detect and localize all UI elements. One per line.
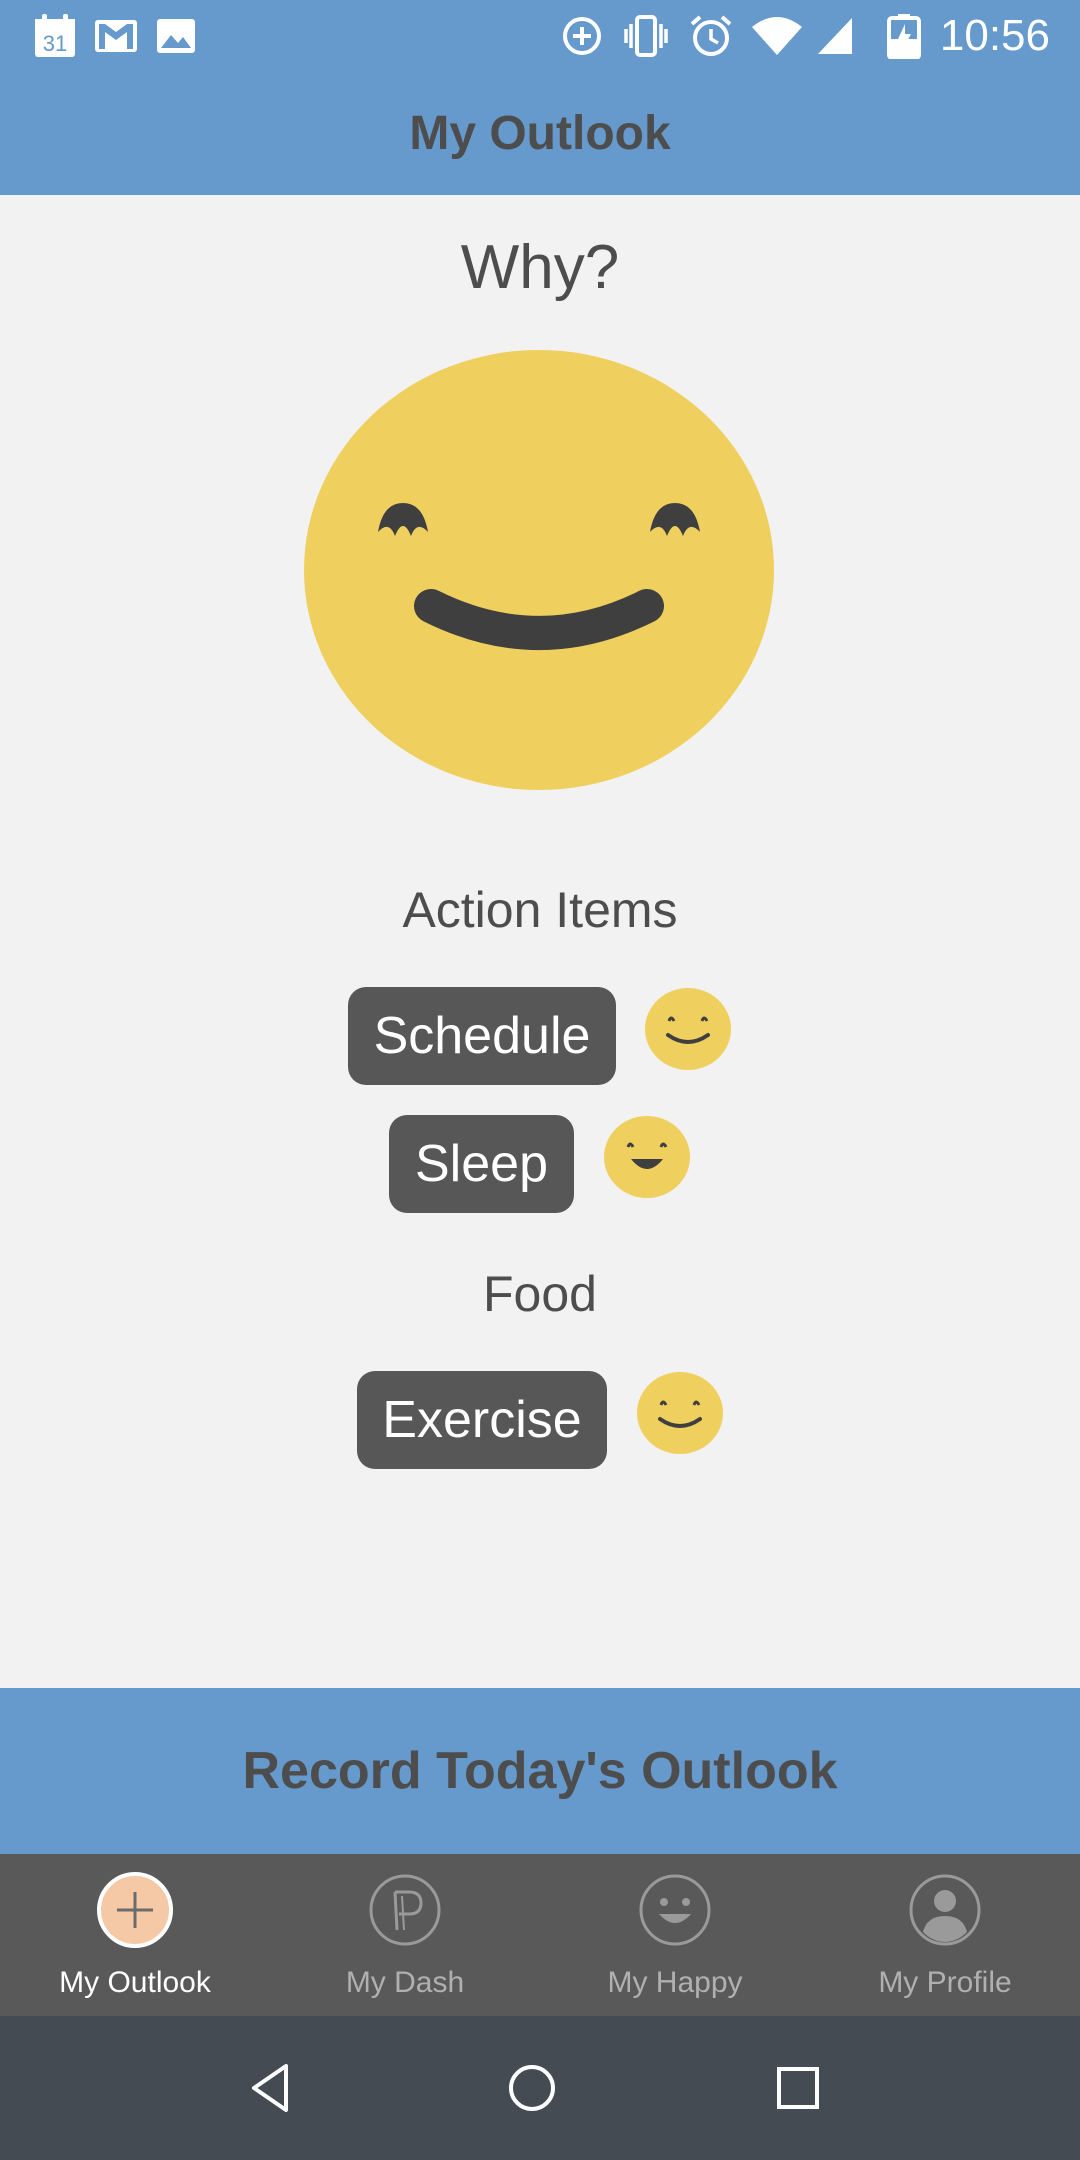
- screen: 31 10:56 My Outlook Why? Action Items Sc…: [0, 0, 1080, 2160]
- battery-charging-icon: [884, 10, 924, 62]
- tab-my-happy[interactable]: My Happy: [540, 1854, 810, 2016]
- smile-face-icon[interactable]: [644, 987, 732, 1071]
- food-heading: Food: [483, 1266, 597, 1322]
- action-items-heading: Action Items: [402, 882, 678, 938]
- action-item-row: Exercise: [0, 1371, 1080, 1471]
- calendar-day: 31: [43, 31, 67, 56]
- bottom-tab-bar: My Outlook My Dash My Happy My Profile: [0, 1854, 1080, 2016]
- plus-icon: [97, 1872, 173, 1948]
- app-header: My Outlook: [0, 72, 1080, 195]
- home-icon[interactable]: [500, 2056, 564, 2120]
- image-icon: [156, 10, 196, 62]
- dash-p-icon: [367, 1872, 443, 1948]
- smile-face-icon[interactable]: [636, 1371, 724, 1455]
- why-title: Why?: [460, 233, 620, 302]
- tab-label: My Profile: [878, 1966, 1012, 1999]
- data-saver-icon: [560, 10, 604, 62]
- wifi-icon: [750, 10, 804, 62]
- status-time: 10:56: [939, 11, 1050, 60]
- gmail-icon: [94, 10, 138, 62]
- signal-icon: [815, 10, 855, 62]
- happy-face-icon: [637, 1872, 713, 1948]
- page-title: My Outlook: [409, 107, 671, 160]
- tab-label: My Happy: [607, 1966, 743, 1999]
- vibrate-icon: [622, 10, 670, 62]
- tab-my-outlook[interactable]: My Outlook: [0, 1854, 270, 2016]
- tab-label: My Outlook: [59, 1966, 211, 1999]
- smile-face-icon[interactable]: [303, 348, 775, 792]
- alarm-icon: [688, 10, 734, 62]
- status-bar: 31 10:56: [0, 0, 1080, 72]
- tab-my-dash[interactable]: My Dash: [270, 1854, 540, 2016]
- calendar-icon: 31: [32, 10, 78, 62]
- action-item-row: Schedule: [0, 987, 1080, 1087]
- exercise-chip[interactable]: Exercise: [357, 1371, 607, 1469]
- schedule-chip[interactable]: Schedule: [348, 987, 616, 1085]
- sleep-chip[interactable]: Sleep: [389, 1115, 574, 1213]
- tab-my-profile[interactable]: My Profile: [810, 1854, 1080, 2016]
- profile-icon: [907, 1872, 983, 1948]
- grin-face-icon[interactable]: [603, 1115, 691, 1199]
- action-item-row: Sleep: [0, 1115, 1080, 1215]
- recents-icon[interactable]: [766, 2056, 830, 2120]
- record-outlook-button[interactable]: Record Today's Outlook: [0, 1688, 1080, 1854]
- tab-label: My Dash: [345, 1966, 465, 1999]
- back-icon[interactable]: [240, 2056, 304, 2120]
- system-nav-bar: [0, 2016, 1080, 2160]
- record-outlook-label: Record Today's Outlook: [242, 1742, 838, 1800]
